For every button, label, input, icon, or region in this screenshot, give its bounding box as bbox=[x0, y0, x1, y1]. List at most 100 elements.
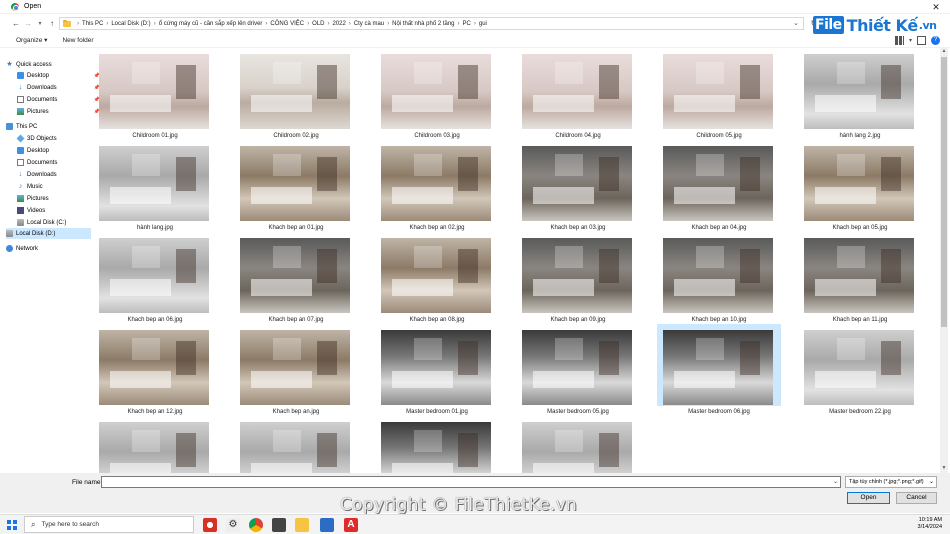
file-name-input[interactable]: ⌄ bbox=[101, 476, 841, 488]
breadcrumb-item[interactable]: gui bbox=[479, 21, 487, 27]
file-item[interactable]: Master bedroom 06.jpg bbox=[657, 324, 781, 415]
sidebar-item[interactable]: ↓ Downloads bbox=[17, 169, 102, 180]
breadcrumb-item[interactable]: 2022 bbox=[332, 21, 345, 27]
upload-icon[interactable] bbox=[320, 518, 334, 532]
breadcrumb-item[interactable]: Local Disk (D:) bbox=[111, 21, 150, 27]
sidebar-item[interactable]: This PC bbox=[6, 121, 91, 132]
file-item[interactable]: Khach bep an 01.jpg bbox=[234, 140, 358, 231]
file-item[interactable]: Khach bep an 05.jpg bbox=[798, 140, 922, 231]
forward-button[interactable]: → bbox=[22, 18, 34, 30]
sidebar-item[interactable]: Documents 📌 bbox=[17, 94, 102, 105]
file-item[interactable]: Master bedroom 22.jpg bbox=[798, 324, 922, 415]
sidebar-item[interactable]: Desktop bbox=[17, 145, 102, 156]
file-item[interactable]: Khach bep an 04.jpg bbox=[657, 140, 781, 231]
recent-locations-button[interactable]: ▾ bbox=[34, 18, 46, 30]
file-thumbnail bbox=[99, 146, 209, 221]
breadcrumb-separator[interactable]: › bbox=[387, 21, 389, 27]
vertical-scrollbar[interactable]: ▲ ▼ bbox=[940, 48, 948, 473]
file-item[interactable]: Childroom 03.jpg bbox=[375, 48, 499, 139]
file-item[interactable]: Childroom 01.jpg bbox=[93, 48, 217, 139]
breadcrumb-separator[interactable]: › bbox=[307, 21, 309, 27]
app-icon[interactable] bbox=[203, 518, 217, 532]
back-button[interactable]: ← bbox=[10, 18, 22, 30]
sidebar-item[interactable]: Desktop 📌 bbox=[17, 70, 102, 81]
breadcrumb-item[interactable]: ổ cứng máy cũ - cần sắp xếp lên driver bbox=[159, 21, 263, 27]
cancel-button[interactable]: Cancel bbox=[896, 492, 937, 504]
chevron-down-icon[interactable]: ⌄ bbox=[833, 477, 838, 487]
new-folder-button[interactable]: New folder bbox=[62, 37, 93, 44]
sidebar-item[interactable]: ★ Quick access bbox=[6, 59, 91, 70]
change-view-icon[interactable] bbox=[894, 36, 904, 45]
file-item[interactable]: Khach bep an 07.jpg bbox=[234, 232, 358, 323]
disk-icon bbox=[6, 230, 13, 237]
scroll-down-icon[interactable]: ▼ bbox=[940, 465, 948, 473]
sidebar-item[interactable]: Pictures 📌 bbox=[17, 106, 102, 117]
sidebar-item[interactable]: Pictures bbox=[17, 193, 102, 204]
folder-icon[interactable] bbox=[295, 518, 309, 532]
file-item[interactable] bbox=[234, 416, 358, 473]
file-item[interactable]: Khach bep an 03.jpg bbox=[516, 140, 640, 231]
breadcrumb-item[interactable]: Nội thất nhà phố 2 tầng bbox=[392, 21, 454, 27]
file-item[interactable]: Childroom 02.jpg bbox=[234, 48, 358, 139]
breadcrumb-separator[interactable]: › bbox=[327, 21, 329, 27]
scroll-up-icon[interactable]: ▲ bbox=[940, 48, 948, 56]
file-item[interactable]: hành lang.jpg bbox=[93, 140, 217, 231]
sidebar-item[interactable]: Network bbox=[6, 243, 91, 254]
file-item[interactable]: Khach bep an 06.jpg bbox=[93, 232, 217, 323]
chevron-down-icon[interactable]: ▾ bbox=[909, 37, 912, 44]
file-item[interactable] bbox=[93, 416, 217, 473]
scroll-thumb[interactable] bbox=[941, 57, 947, 327]
breadcrumb-item[interactable]: This PC bbox=[82, 21, 103, 27]
chevron-down-icon[interactable]: ⌄ bbox=[793, 18, 799, 29]
file-item[interactable]: Khach bep an 11.jpg bbox=[798, 232, 922, 323]
breadcrumb-separator[interactable]: › bbox=[458, 21, 460, 27]
sidebar-item[interactable]: Local Disk (C:) bbox=[17, 217, 102, 228]
file-thumbnail bbox=[381, 422, 491, 473]
file-item[interactable]: Khach bep an 09.jpg bbox=[516, 232, 640, 323]
file-item[interactable]: Khach bep an 02.jpg bbox=[375, 140, 499, 231]
breadcrumb-separator[interactable]: › bbox=[106, 21, 108, 27]
breadcrumb-item[interactable]: CÔNG VIỆC bbox=[270, 21, 304, 27]
sidebar-item[interactable]: ↓ Downloads 📌 bbox=[17, 82, 102, 93]
sidebar-item[interactable]: ♪ Music bbox=[17, 181, 102, 192]
sidebar-item[interactable]: Local Disk (D:) bbox=[6, 228, 91, 239]
up-button[interactable]: ↑ bbox=[46, 18, 58, 30]
autocad-icon[interactable]: A bbox=[344, 518, 358, 532]
file-item[interactable]: Khach bep an 08.jpg bbox=[375, 232, 499, 323]
file-item[interactable] bbox=[375, 416, 499, 473]
breadcrumb-item[interactable]: Cty cà mau bbox=[354, 21, 384, 27]
network-icon bbox=[6, 245, 13, 252]
shield-icon[interactable] bbox=[272, 518, 286, 532]
settings-icon[interactable]: ⚙ bbox=[226, 518, 240, 532]
breadcrumb-separator[interactable]: › bbox=[154, 21, 156, 27]
taskbar-search[interactable]: ⌕ Type here to search bbox=[24, 516, 194, 533]
breadcrumb-separator[interactable]: › bbox=[349, 21, 351, 27]
address-bar[interactable]: › This PC › Local Disk (D:) › ổ cứng máy cũ … bbox=[59, 17, 804, 30]
sidebar-item[interactable]: 3D Objects bbox=[16, 133, 102, 144]
open-button[interactable]: Open bbox=[847, 492, 890, 504]
file-item[interactable]: Khach bep an 10.jpg bbox=[657, 232, 781, 323]
file-type-select[interactable]: Tập tùy chỉnh (*.jpg;*.png;*.gif) ⌄ bbox=[845, 476, 937, 488]
file-item[interactable]: Khach bep an.jpg bbox=[234, 324, 358, 415]
sidebar-item-label: Quick access bbox=[16, 61, 52, 68]
organize-button[interactable]: Organize ▾ bbox=[16, 36, 47, 44]
chrome-icon[interactable] bbox=[249, 518, 263, 532]
sidebar-item[interactable]: Documents bbox=[17, 157, 102, 168]
file-item[interactable]: Childroom 04.jpg bbox=[516, 48, 640, 139]
help-icon[interactable]: ? bbox=[931, 36, 940, 45]
breadcrumb-separator[interactable]: › bbox=[265, 21, 267, 27]
system-clock[interactable]: 10:19 AM 3/14/2024 bbox=[918, 517, 942, 531]
breadcrumb-separator[interactable]: › bbox=[474, 21, 476, 27]
windows-start-icon[interactable] bbox=[7, 520, 17, 530]
file-item[interactable]: Childroom 05.jpg bbox=[657, 48, 781, 139]
file-thumbnail bbox=[522, 330, 632, 405]
sidebar-item[interactable]: Videos bbox=[17, 205, 102, 216]
file-item[interactable]: Khach bep an 12.jpg bbox=[93, 324, 217, 415]
breadcrumb-item[interactable]: PC bbox=[463, 21, 471, 27]
file-item[interactable] bbox=[516, 416, 640, 473]
file-item[interactable]: Master bedroom 01.jpg bbox=[375, 324, 499, 415]
preview-pane-icon[interactable] bbox=[917, 36, 926, 45]
breadcrumb-item[interactable]: OLD bbox=[312, 21, 324, 27]
file-item[interactable]: hành lang 2.jpg bbox=[798, 48, 922, 139]
file-item[interactable]: Master bedroom 05.jpg bbox=[516, 324, 640, 415]
